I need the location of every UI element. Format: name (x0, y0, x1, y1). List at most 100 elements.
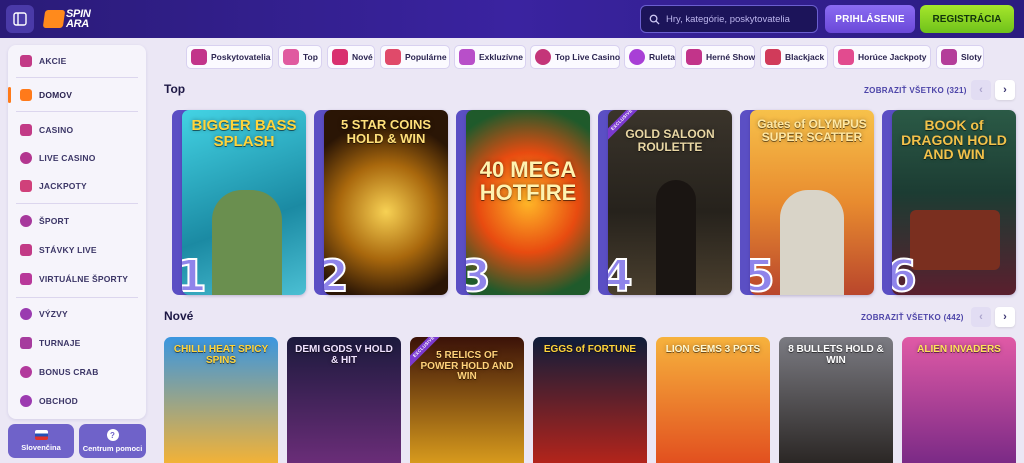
sidebar-item-label: STÁVKY LIVE (39, 245, 97, 255)
home-icon (20, 89, 32, 101)
sidebar: AKCIE DOMOV CASINO LIVE CASINO JACKPOTY … (8, 45, 146, 419)
game-card-8-bullets[interactable]: 8 BULLETS HOLD & WIN (779, 337, 893, 463)
section-title-top: Top (164, 82, 186, 96)
flame-icon (385, 49, 401, 65)
crab-icon (20, 366, 32, 378)
book-art (910, 210, 1000, 270)
game-card-bigger-bass-splash[interactable]: BIGGER BASS SPLASH 1 (182, 110, 306, 295)
sidebar-item-virtualne-sporty[interactable]: VIRTUÁLNE ŠPORTY (8, 268, 146, 290)
sidebar-item-live-casino[interactable]: LIVE CASINO (8, 147, 146, 169)
section-title-nove: Nové (164, 309, 194, 323)
game-card-eggs-of-fortune[interactable]: EGGS of FORTUNE (533, 337, 647, 463)
slot-icon (20, 124, 32, 136)
game-title: 40 MEGA HOTFIRE (479, 157, 577, 206)
game-title: LION GEMS 3 POTS (665, 344, 761, 355)
spinara-logo[interactable]: SPIN ARA (42, 6, 108, 32)
sidebar-item-obchod[interactable]: OBCHOD (8, 390, 146, 412)
rank-number: 2 (324, 251, 350, 296)
game-card-demi-gods-v[interactable]: DEMI GODS V HOLD & HIT (287, 337, 401, 463)
sidebar-item-label: CASINO (39, 125, 74, 135)
chevron-right-icon: › (1003, 311, 1007, 323)
gift-icon (20, 55, 32, 67)
sidebar-item-label: VÝZVY (39, 309, 68, 319)
sidebar-item-domov[interactable]: DOMOV (8, 84, 146, 106)
category-sloty[interactable]: Sloty (936, 45, 984, 69)
logo-text: SPIN ARA (66, 8, 91, 30)
game-title: GOLD SALOON ROULETTE (625, 127, 715, 154)
category-nove[interactable]: Nové (327, 45, 375, 69)
top-header: SPIN ARA PRIHLÁSENIE REGISTRÁCIA (0, 0, 1024, 38)
sidebar-item-label: BONUS CRAB (39, 367, 99, 377)
category-label: Nové (352, 52, 373, 62)
lightning-icon (332, 49, 348, 65)
category-top-live-casino[interactable]: Top Live Casino (530, 45, 620, 69)
category-label: Sloty (961, 52, 982, 62)
sidebar-item-stavky-live[interactable]: STÁVKY LIVE (8, 239, 146, 261)
game-card-chilli-heat[interactable]: CHILLI HEAT SPICY SPINS (164, 337, 278, 463)
category-top[interactable]: Top (278, 45, 322, 69)
category-popularne[interactable]: Populárne (380, 45, 450, 69)
category-exkluzivne[interactable]: Exkluzívne (454, 45, 526, 69)
game-card-gold-saloon-roulette[interactable]: EXCLUSIVE GOLD SALOON ROULETTE 4 (608, 110, 732, 295)
game-card-5-star-coins[interactable]: 5 STAR COINS HOLD & WIN 2 (324, 110, 448, 295)
game-title: BOOK of DRAGON HOLD AND WIN (901, 117, 1007, 163)
rank-number: 1 (182, 251, 208, 296)
sidebar-item-sport[interactable]: ŠPORT (8, 210, 146, 232)
virtual-sport-icon (20, 273, 32, 285)
game-title: 5 RELICS OF POWER HOLD AND WIN (420, 350, 514, 382)
show-all-top-link[interactable]: ZOBRAZIŤ VŠETKO (321) (864, 86, 967, 95)
game-title: DEMI GODS V HOLD & HIT (295, 344, 393, 366)
game-card-lion-gems[interactable]: LION GEMS 3 POTS (656, 337, 770, 463)
diamond-icon (459, 49, 475, 65)
register-button[interactable]: REGISTRÁCIA (920, 5, 1014, 33)
show-all-new-link[interactable]: ZOBRAZIŤ VŠETKO (442) (861, 313, 964, 322)
language-label: Slovenčina (21, 443, 61, 452)
category-ruleta[interactable]: Ruleta (624, 45, 676, 69)
hot-jackpot-icon (838, 49, 854, 65)
cards-icon (765, 49, 781, 65)
sidebar-item-turnaje[interactable]: TURNAJE (8, 332, 146, 354)
game-card-5-relics-of-power[interactable]: EXCLUSIVE 5 RELICS OF POWER HOLD AND WIN (410, 337, 524, 463)
new-prev-button[interactable]: ‹ (971, 307, 991, 327)
roulette-wheel-icon (629, 49, 645, 65)
live-bet-icon (20, 244, 32, 256)
game-card-gates-of-olympus[interactable]: Gates of OLYMPUS SUPER SCATTER 5 (750, 110, 874, 295)
rank-number: 4 (608, 251, 634, 296)
help-center-button[interactable]: ? Centrum pomoci (79, 424, 146, 458)
sidebar-item-akcie[interactable]: AKCIE (8, 50, 146, 72)
category-label: Top (303, 52, 318, 62)
category-label: Exkluzívne (479, 52, 523, 62)
top-prev-button[interactable]: ‹ (971, 80, 991, 100)
providers-icon (191, 49, 207, 65)
game-card-book-of-dragon[interactable]: BOOK of DRAGON HOLD AND WIN 6 (892, 110, 1016, 295)
category-herne-show[interactable]: Herné Show (681, 45, 755, 69)
login-button[interactable]: PRIHLÁSENIE (825, 5, 915, 33)
category-blackjack[interactable]: Blackjack (760, 45, 828, 69)
game-title: 5 STAR COINS HOLD & WIN (340, 117, 432, 146)
category-poskytovatelia[interactable]: Poskytovatelia (186, 45, 273, 69)
category-horuce-jackpoty[interactable]: Horúce Jackpoty (833, 45, 931, 69)
game-card-alien-invaders[interactable]: ALIEN INVADERS (902, 337, 1016, 463)
roulette-icon (20, 152, 32, 164)
sidebar-item-vyzvy[interactable]: VÝZVY (8, 303, 146, 325)
sidebar-item-bonus-crab[interactable]: BONUS CRAB (8, 361, 146, 383)
game-title: ALIEN INVADERS (917, 344, 1001, 355)
top-next-button[interactable]: › (995, 80, 1015, 100)
live-chip-icon (535, 49, 551, 65)
sidebar-item-casino[interactable]: CASINO (8, 119, 146, 141)
game-title: CHILLI HEAT SPICY SPINS (173, 344, 269, 366)
new-next-button[interactable]: › (995, 307, 1015, 327)
sidebar-item-label: JACKPOTY (39, 181, 87, 191)
language-button[interactable]: Slovenčina (8, 424, 74, 458)
microphone-icon (686, 49, 702, 65)
category-label: Poskytovatelia (211, 52, 271, 62)
search-box[interactable] (640, 5, 818, 33)
sidebar-item-label: TURNAJE (39, 338, 81, 348)
category-label: Ruleta (649, 52, 675, 62)
search-input[interactable] (666, 13, 816, 25)
sidebar-toggle-button[interactable] (6, 5, 34, 33)
sidebar-item-jackpoty[interactable]: JACKPOTY (8, 175, 146, 197)
game-art (212, 190, 282, 295)
rank-number: 6 (892, 251, 918, 296)
game-card-40-mega-hotfire[interactable]: 40 MEGA HOTFIRE 3 (466, 110, 590, 295)
